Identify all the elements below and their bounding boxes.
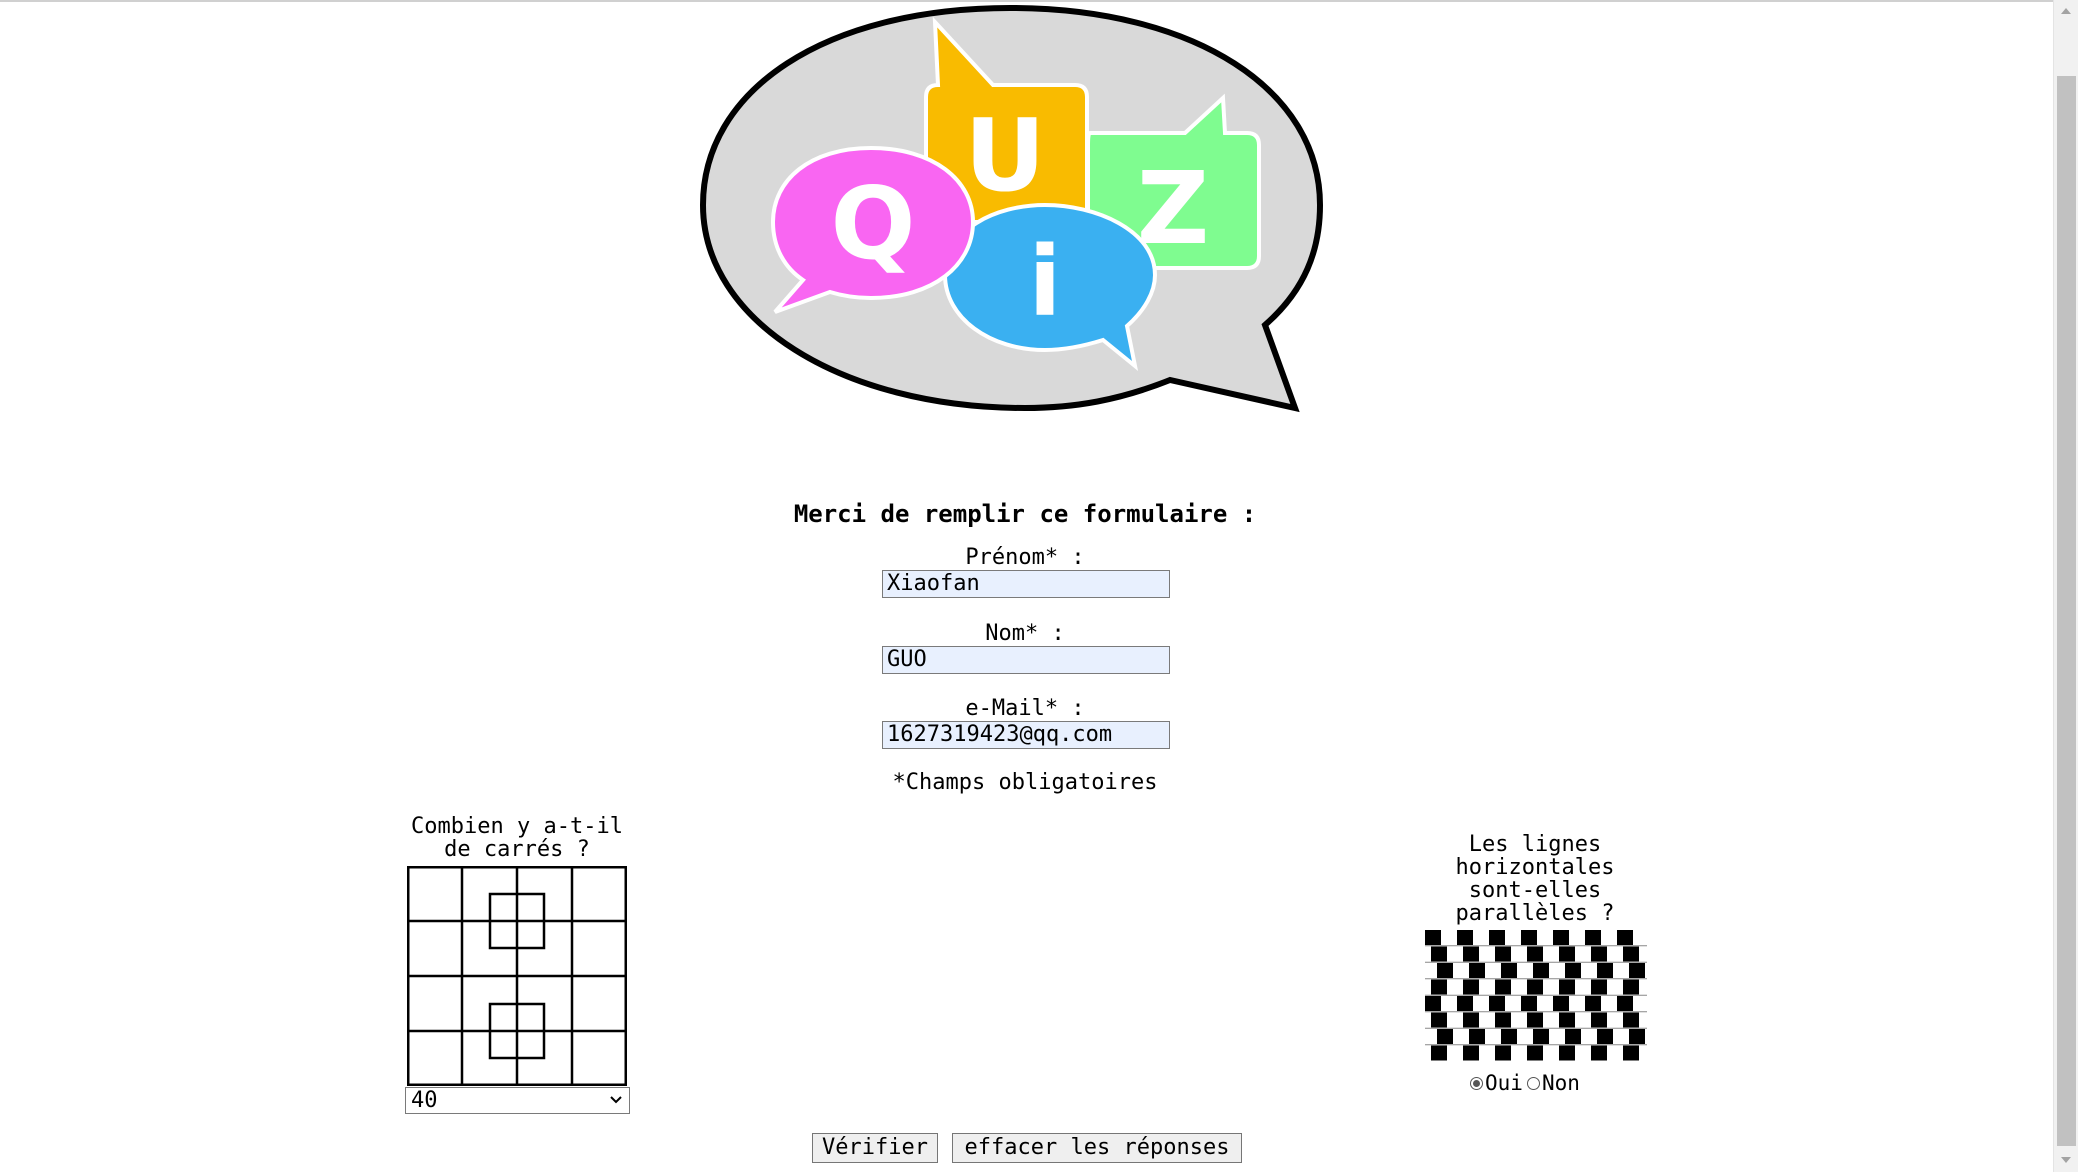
illusion-tile <box>1533 963 1549 978</box>
email-field[interactable]: 1627319423@qq.com <box>882 721 1170 749</box>
lines-answer-radio-group: Oui Non <box>1470 1071 1580 1095</box>
illusion-tile <box>1591 1012 1607 1028</box>
vertical-scrollbar[interactable] <box>2053 0 2078 1172</box>
illusion-tile <box>1489 930 1505 945</box>
illusion-tile <box>1565 1029 1581 1044</box>
illusion-tile <box>1495 1045 1511 1061</box>
squares-question-title: Combien y a-t-il de carrés ? <box>411 814 623 862</box>
illusion-tile <box>1585 930 1601 945</box>
illusion-tile <box>1437 1029 1453 1044</box>
illusion-tile <box>1431 946 1447 962</box>
illusion-tile <box>1585 996 1601 1011</box>
illusion-tile <box>1431 1012 1447 1028</box>
illusion-tile <box>1559 1045 1575 1061</box>
illusion-tile <box>1559 1012 1575 1028</box>
illusion-tile <box>1495 946 1511 962</box>
illusion-tile <box>1521 996 1537 1011</box>
svg-text:i: i <box>1029 226 1062 338</box>
illusion-tile <box>1489 996 1505 1011</box>
required-fields-note: *Champs obligatoires <box>892 770 1158 795</box>
illusion-tile <box>1425 930 1441 945</box>
illusion-tile <box>1495 1012 1511 1028</box>
scrollbar-thumb[interactable] <box>2057 76 2076 1146</box>
illusion-tile <box>1431 1045 1447 1061</box>
illusion-tile <box>1469 1029 1485 1044</box>
nom-label: Nom* : <box>985 621 1065 646</box>
illusion-tile <box>1495 979 1511 995</box>
radio-oui-label[interactable]: Oui <box>1485 1071 1523 1095</box>
verify-button[interactable]: Vérifier <box>812 1133 938 1163</box>
cafe-wall-illusion-image <box>1425 928 1647 1072</box>
illusion-tile <box>1469 963 1485 978</box>
radio-oui[interactable] <box>1470 1076 1483 1090</box>
illusion-tile <box>1623 1045 1639 1061</box>
illusion-tile <box>1591 979 1607 995</box>
illusion-tile <box>1629 963 1645 978</box>
illusion-tile <box>1457 930 1473 945</box>
illusion-tile <box>1553 930 1569 945</box>
illusion-tile <box>1553 996 1569 1011</box>
lines-question-title: Les lignes horizontales sont-elles paral… <box>1455 832 1615 926</box>
email-label: e-Mail* : <box>965 696 1085 721</box>
illusion-tile <box>1463 946 1479 962</box>
illusion-tile <box>1617 930 1633 945</box>
illusion-tile <box>1623 1012 1639 1028</box>
illusion-tile <box>1527 1012 1543 1028</box>
illusion-tile <box>1431 979 1447 995</box>
illusion-tile <box>1623 946 1639 962</box>
illusion-tile <box>1597 963 1613 978</box>
illusion-tile <box>1437 963 1453 978</box>
illusion-tile <box>1463 1045 1479 1061</box>
illusion-tile <box>1527 1045 1543 1061</box>
radio-non-label[interactable]: Non <box>1542 1071 1580 1095</box>
svg-text:U: U <box>964 97 1045 214</box>
illusion-tile <box>1457 996 1473 1011</box>
illusion-tile <box>1533 1029 1549 1044</box>
svg-text:Q: Q <box>830 165 915 282</box>
illusion-tile <box>1501 963 1517 978</box>
illusion-tile <box>1559 946 1575 962</box>
illusion-tile <box>1463 1012 1479 1028</box>
squares-grid-image <box>407 866 627 1086</box>
scroll-down-arrow-icon[interactable] <box>2054 1148 2078 1172</box>
illusion-tile <box>1521 930 1537 945</box>
illusion-tile <box>1591 1045 1607 1061</box>
illusion-tile <box>1559 979 1575 995</box>
illusion-tile <box>1623 979 1639 995</box>
squares-answer-select[interactable]: 40 <box>405 1087 630 1114</box>
illusion-tile <box>1527 979 1543 995</box>
illusion-tile <box>1629 1029 1645 1044</box>
illusion-tile <box>1425 996 1441 1011</box>
illusion-tile <box>1565 963 1581 978</box>
illusion-tile <box>1501 1029 1517 1044</box>
illusion-tile <box>1597 1029 1613 1044</box>
nom-field[interactable]: GUO <box>882 646 1170 674</box>
illusion-tile <box>1463 979 1479 995</box>
illusion-tile <box>1527 946 1543 962</box>
quiz-logo: U Z i Q <box>699 4 1324 413</box>
prenom-label: Prénom* : <box>965 545 1085 570</box>
scroll-up-arrow-icon[interactable] <box>2054 0 2078 24</box>
prenom-field[interactable]: Xiaofan <box>882 570 1170 598</box>
chevron-down-icon <box>610 1096 622 1104</box>
reset-answers-button[interactable]: effacer les réponses <box>952 1133 1242 1163</box>
radio-non[interactable] <box>1526 1076 1540 1090</box>
form-title: Merci de remplir ce formulaire : <box>793 500 1257 528</box>
illusion-tile <box>1617 996 1633 1011</box>
illusion-tile <box>1591 946 1607 962</box>
